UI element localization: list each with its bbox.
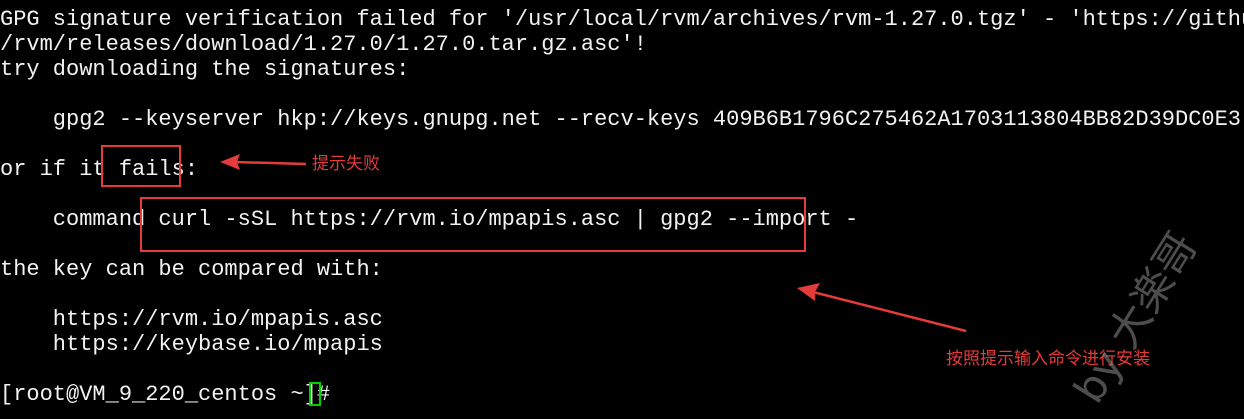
fails-highlight-box [101, 145, 181, 187]
command-highlight-box [140, 197, 806, 252]
terminal-line-5: gpg2 --keyserver hkp://keys.gnupg.net --… [0, 107, 1242, 132]
terminal-line-14: https://keybase.io/mpapis [0, 332, 383, 357]
terminal-cursor[interactable] [309, 382, 321, 406]
terminal-window[interactable]: GPG signature verification failed for '/… [0, 0, 1244, 419]
terminal-line-2: /rvm/releases/download/1.27.0/1.27.0.tar… [0, 32, 647, 57]
terminal-line-13: https://rvm.io/mpapis.asc [0, 307, 383, 332]
fails-arrow-icon [220, 154, 307, 170]
fails-annotation: 提示失败 [312, 154, 380, 174]
terminal-line-11: the key can be compared with: [0, 257, 383, 282]
terminal-line-1: GPG signature verification failed for '/… [0, 7, 1244, 32]
command-arrow-icon [797, 283, 967, 333]
watermark-text: by 大楽哥 [1064, 223, 1207, 412]
terminal-line-3: try downloading the signatures: [0, 57, 410, 82]
shell-prompt: [root@VM_9_220_centos ~]# [0, 382, 344, 407]
